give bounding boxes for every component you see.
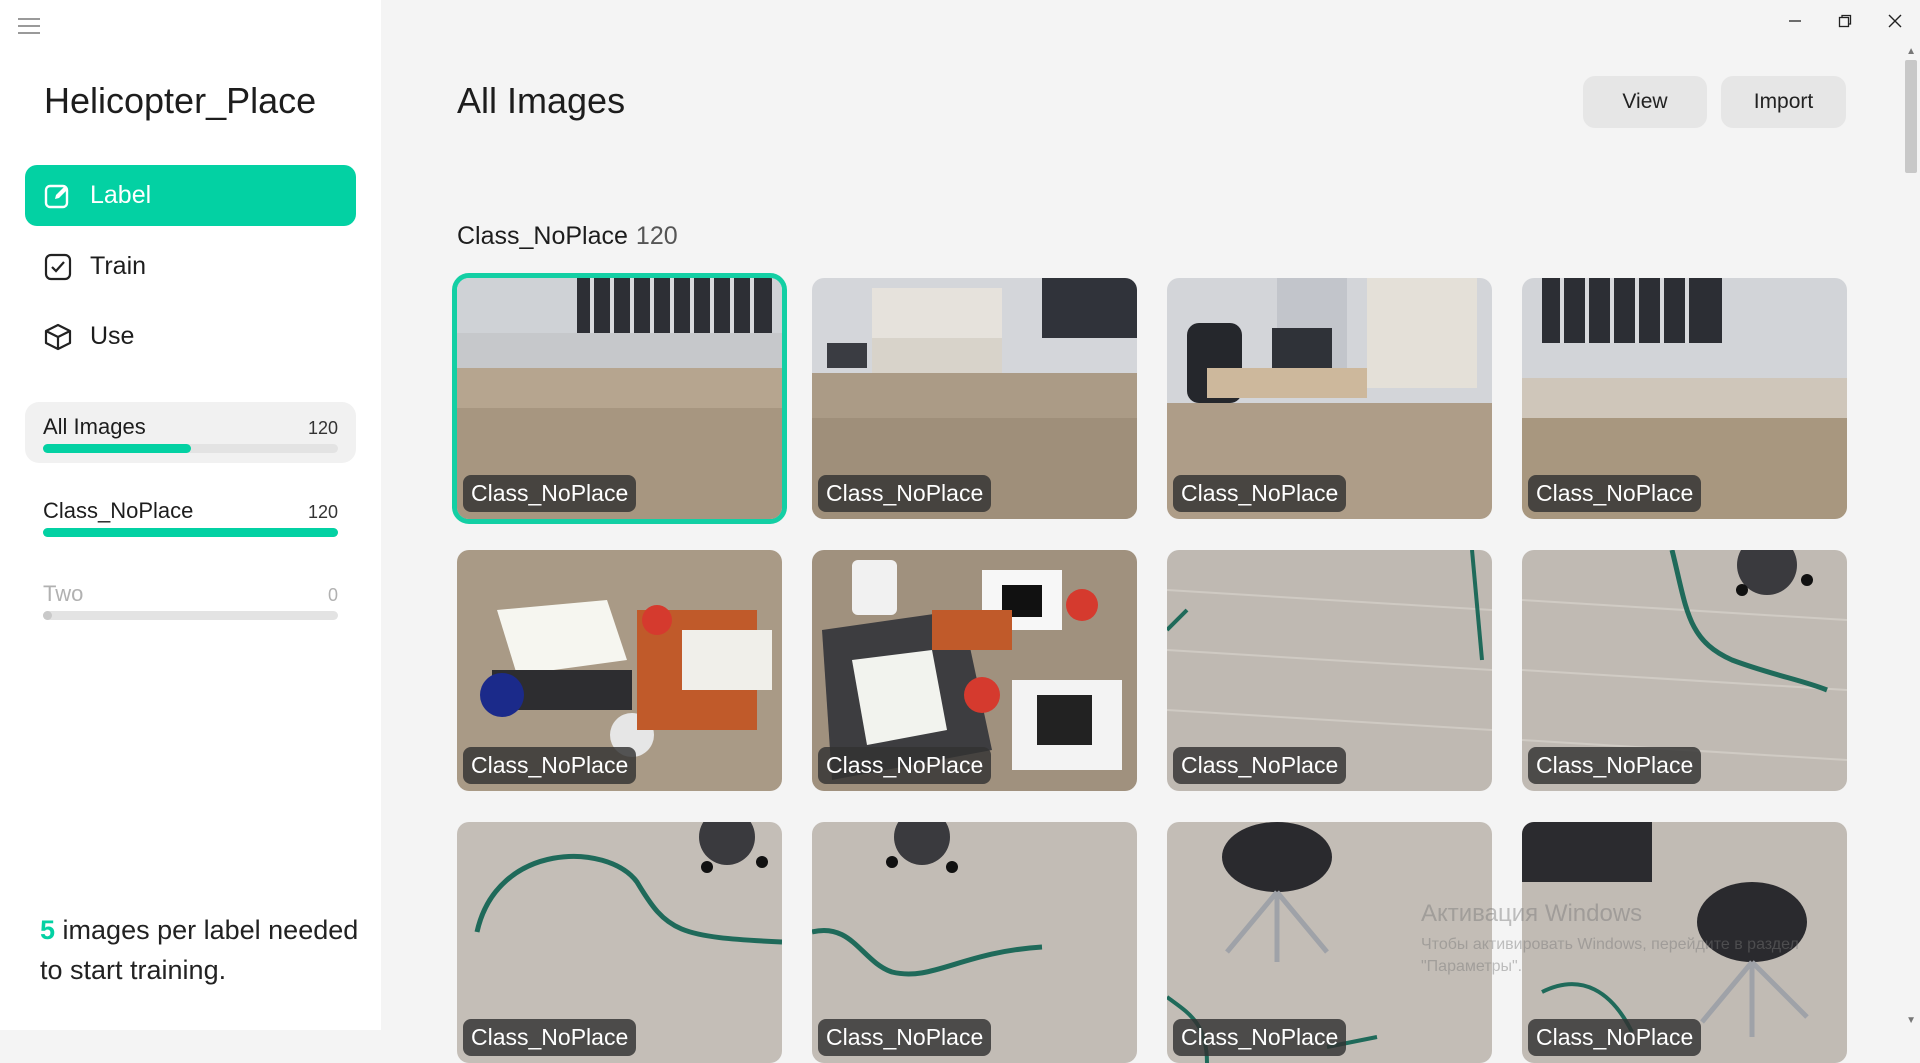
nav-label[interactable]: Label <box>25 165 356 226</box>
training-hint: 5 images per label needed to start train… <box>40 910 370 990</box>
close-icon[interactable] <box>1870 0 1920 42</box>
image-label: Class_NoPlace <box>1173 1019 1347 1056</box>
image-label: Class_NoPlace <box>463 747 637 784</box>
class-count: 0 <box>327 585 338 605</box>
image-thumbnail[interactable]: Class_NoPlace <box>1167 550 1492 791</box>
class-item-all-images[interactable]: All Images 120 <box>25 402 356 463</box>
image-thumbnail[interactable]: Class_NoPlace <box>1167 822 1492 1063</box>
image-label: Class_NoPlace <box>818 475 992 512</box>
image-thumbnail[interactable]: Class_NoPlace <box>812 550 1137 791</box>
image-thumbnail[interactable]: Class_NoPlace <box>1522 822 1847 1063</box>
image-label: Class_NoPlace <box>1528 1019 1702 1056</box>
progress-bar <box>43 528 338 537</box>
image-label: Class_NoPlace <box>1173 747 1347 784</box>
window-controls <box>1770 0 1920 42</box>
section-name: Class_NoPlace <box>457 222 628 250</box>
check-square-icon <box>42 251 74 283</box>
image-label: Class_NoPlace <box>818 747 992 784</box>
image-label: Class_NoPlace <box>1173 475 1347 512</box>
restore-icon[interactable] <box>1820 0 1870 42</box>
scrollbar-thumb[interactable] <box>1905 60 1917 173</box>
scroll-down-icon[interactable]: ▼ <box>1906 1015 1916 1026</box>
import-button[interactable]: Import <box>1721 76 1846 128</box>
image-label: Class_NoPlace <box>1528 747 1702 784</box>
cube-icon <box>42 321 74 353</box>
section-header: Class_NoPlace 120 <box>457 222 678 251</box>
hint-text: images per label needed to start trainin… <box>40 915 359 985</box>
image-label: Class_NoPlace <box>1528 475 1702 512</box>
class-count: 120 <box>307 502 338 522</box>
class-count: 120 <box>307 418 338 438</box>
image-thumbnail[interactable]: Class_NoPlace <box>812 278 1137 519</box>
page-title: All Images <box>457 80 626 121</box>
nav-use[interactable]: Use <box>25 306 356 367</box>
progress-fill <box>43 444 191 453</box>
class-name: All Images <box>43 414 146 439</box>
minimize-icon[interactable] <box>1770 0 1820 42</box>
class-item-two[interactable]: Two 0 <box>25 569 356 630</box>
menu-icon[interactable] <box>18 14 44 34</box>
image-thumbnail[interactable]: Class_NoPlace <box>1522 550 1847 791</box>
image-thumbnail[interactable]: Class_NoPlace <box>457 550 782 791</box>
section-count: 120 <box>635 222 678 250</box>
class-name: Class_NoPlace <box>43 498 194 523</box>
progress-bar <box>43 611 338 620</box>
image-label: Class_NoPlace <box>818 1019 992 1056</box>
main-panel: All Images View Import Class_NoPlace 120 … <box>381 0 1920 1063</box>
scrollbar[interactable] <box>1902 42 1920 1030</box>
image-thumbnail[interactable]: Class_NoPlace <box>457 822 782 1063</box>
hint-number: 5 <box>40 915 56 945</box>
image-thumbnail[interactable]: Class_NoPlace <box>812 822 1137 1063</box>
sidebar: Helicopter_Place Label Train Use All Ima… <box>0 0 381 1030</box>
progress-fill <box>43 528 338 537</box>
edit-icon <box>42 180 74 212</box>
nav-label-text: Label <box>90 181 152 209</box>
image-label: Class_NoPlace <box>463 475 637 512</box>
scroll-up-icon[interactable]: ▲ <box>1906 46 1916 57</box>
image-thumbnail[interactable]: Class_NoPlace <box>452 273 787 524</box>
progress-fill <box>43 611 52 620</box>
image-thumbnail[interactable]: Class_NoPlace <box>1522 278 1847 519</box>
view-button[interactable]: View <box>1583 76 1707 128</box>
nav-train[interactable]: Train <box>25 236 356 297</box>
image-label: Class_NoPlace <box>463 1019 637 1056</box>
nav-use-text: Use <box>90 322 135 350</box>
project-title: Helicopter_Place <box>44 80 317 121</box>
class-name: Two <box>43 581 84 606</box>
nav-train-text: Train <box>90 252 147 280</box>
class-item-noplace[interactable]: Class_NoPlace 120 <box>25 486 356 547</box>
progress-bar <box>43 444 338 453</box>
image-thumbnail[interactable]: Class_NoPlace <box>1167 278 1492 519</box>
